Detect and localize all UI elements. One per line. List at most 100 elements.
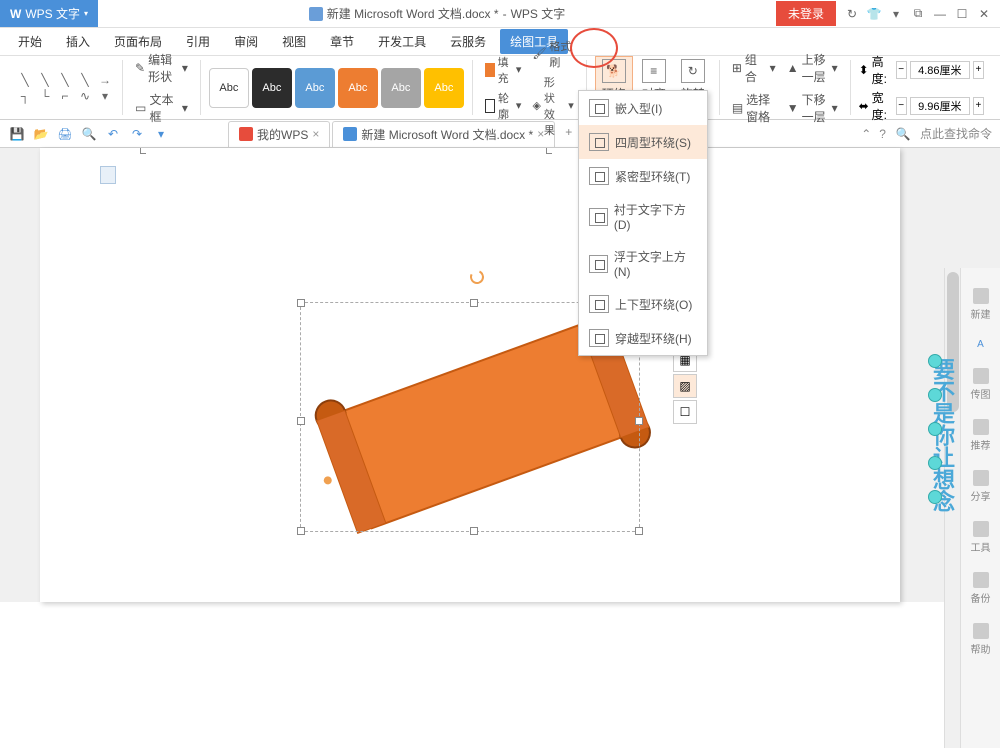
width-icon: ⬌	[859, 99, 869, 113]
arrange-group: ⊞组合 ▾ ▤选择窗格 ▲上移一层 ▾ ▼下移一层 ▾	[720, 60, 851, 115]
line-shape2[interactable]: ╲	[36, 73, 54, 87]
connector3[interactable]: ⌐	[56, 89, 74, 103]
collapse-ribbon-icon[interactable]: ⌃	[861, 127, 871, 141]
image-icon	[973, 368, 989, 384]
menu-start[interactable]: 开始	[8, 29, 52, 54]
star-icon	[973, 419, 989, 435]
help-icon[interactable]: ?	[879, 127, 886, 141]
fill-button[interactable]: 填充 ▾	[481, 53, 526, 87]
text-box-button[interactable]: ▭ 文本框 ▾	[131, 89, 192, 127]
search-prompt[interactable]: 点此查找命令	[920, 125, 992, 142]
document-icon	[309, 7, 323, 21]
connector4[interactable]: ∿	[76, 89, 94, 103]
menu-dev-tools[interactable]: 开发工具	[368, 29, 436, 54]
maximize-icon[interactable]: ☐	[952, 4, 972, 24]
dropdown-icon[interactable]: ▾	[886, 4, 906, 24]
restore-icon[interactable]: ⧉	[908, 4, 928, 24]
app-menu[interactable]: WWPS 文字▾	[0, 0, 98, 27]
minimize-icon[interactable]: —	[930, 4, 950, 24]
menu-review[interactable]: 审阅	[224, 29, 268, 54]
sidebar-tools[interactable]: 工具	[971, 521, 991, 554]
format-painter-button[interactable]: 🖌格式刷	[528, 37, 577, 71]
sidebar-recommend[interactable]: 推荐	[971, 419, 991, 452]
more-shapes[interactable]: ▾	[96, 89, 114, 103]
tab-document[interactable]: 新建 Microsoft Word 文档.docx * ×	[332, 121, 555, 147]
login-status[interactable]: 未登录	[776, 1, 836, 26]
arrow-shape[interactable]: →	[96, 73, 114, 87]
document-area: ▦ ▨ ☐ 新建 A 传图 推荐 分享 工具 备份 帮助 要不是你让想念	[0, 148, 1000, 602]
tab-my-wps[interactable]: 我的WPS ×	[228, 121, 330, 147]
tab-close[interactable]: ×	[312, 127, 319, 141]
wrap-option-topbottom[interactable]: 上下型环绕(O)	[579, 287, 707, 321]
width-minus[interactable]: −	[896, 97, 907, 115]
bring-forward-button[interactable]: ▲上移一层 ▾	[783, 49, 842, 87]
float-fill-btn[interactable]: ▨	[673, 374, 697, 398]
connector2[interactable]: └	[36, 89, 54, 103]
redo-icon[interactable]: ↷	[128, 125, 146, 143]
page-indent-marker[interactable]	[100, 166, 116, 184]
wrap-option-square[interactable]: 四周型环绕(S)	[579, 125, 707, 159]
shape-effects-button[interactable]: ◈形状效果 ▾	[528, 73, 577, 139]
wrap-option-front[interactable]: 浮于文字上方(N)	[579, 240, 707, 287]
floating-toolbar: ▦ ▨ ☐	[673, 348, 697, 424]
backup-icon	[973, 572, 989, 588]
sidebar-format[interactable]: A	[977, 339, 984, 350]
wrap-option-through[interactable]: 穿越型环绕(H)	[579, 321, 707, 355]
menu-cloud[interactable]: 云服务	[440, 29, 496, 54]
height-input[interactable]	[910, 61, 970, 79]
style-white[interactable]: Abc	[209, 68, 249, 108]
send-backward-button[interactable]: ▼下移一层 ▾	[783, 89, 842, 127]
group-button[interactable]: ⊞组合 ▾	[728, 49, 780, 87]
outline-button[interactable]: 轮廓 ▾	[481, 89, 526, 123]
share-icon	[973, 470, 989, 486]
preview-icon[interactable]: 🔍	[80, 125, 98, 143]
dimensions-group: ⬍ 高度: − + ⬌ 宽度: − +	[851, 60, 992, 115]
undo-icon[interactable]: ↶	[104, 125, 122, 143]
line-shape3[interactable]: ╲	[56, 73, 74, 87]
connector1[interactable]: ┐	[16, 89, 34, 103]
document-page[interactable]: ▦ ▨ ☐	[40, 148, 900, 602]
sidebar-help[interactable]: 帮助	[971, 623, 991, 656]
select-pane-icon: ▤	[732, 101, 743, 115]
sidebar-new[interactable]: 新建	[971, 288, 991, 321]
sidebar-image[interactable]: 传图	[971, 368, 991, 401]
style-black[interactable]: Abc	[252, 68, 292, 108]
line-shape[interactable]: ╲	[16, 73, 34, 87]
text-box-icon: ▭	[135, 101, 146, 115]
wrap-front-icon	[589, 255, 608, 273]
print-icon[interactable]: 🖨	[56, 125, 74, 143]
outline-swatch-icon	[485, 99, 495, 113]
close-icon[interactable]: ✕	[974, 4, 994, 24]
shape-tools-group: ╲ ╲ ╲ ╲ → ┐ └ ⌐ ∿ ▾	[8, 60, 123, 115]
width-plus[interactable]: +	[973, 97, 984, 115]
height-minus[interactable]: −	[896, 61, 907, 79]
height-plus[interactable]: +	[973, 61, 984, 79]
menu-insert[interactable]: 插入	[56, 29, 100, 54]
menu-chapter[interactable]: 章节	[320, 29, 364, 54]
wrap-through-icon	[589, 329, 609, 347]
select-pane-button[interactable]: ▤选择窗格	[728, 89, 780, 127]
float-outline-btn[interactable]: ☐	[673, 400, 697, 424]
wrap-option-inline[interactable]: 嵌入型(I)	[579, 91, 707, 125]
save-icon[interactable]: 💾	[8, 125, 26, 143]
wrap-option-tight[interactable]: 紧密型环绕(T)	[579, 159, 707, 193]
style-gray[interactable]: Abc	[381, 68, 421, 108]
menu-view[interactable]: 视图	[272, 29, 316, 54]
forward-icon: ▲	[787, 61, 799, 75]
style-orange[interactable]: Abc	[338, 68, 378, 108]
search-icon[interactable]: 🔍	[894, 125, 912, 143]
shirt-icon[interactable]: 👕	[864, 4, 884, 24]
open-icon[interactable]: 📂	[32, 125, 50, 143]
style-gold[interactable]: Abc	[424, 68, 464, 108]
refresh-icon[interactable]: ↻	[842, 4, 862, 24]
width-input[interactable]	[910, 97, 970, 115]
sidebar-backup[interactable]: 备份	[971, 572, 991, 605]
right-sidebar: 新建 A 传图 推荐 分享 工具 备份 帮助	[960, 268, 1000, 748]
line-shape4[interactable]: ╲	[76, 73, 94, 87]
sidebar-share[interactable]: 分享	[971, 470, 991, 503]
qat-dropdown[interactable]: ▾	[152, 125, 170, 143]
wrap-option-behind[interactable]: 衬于文字下方(D)	[579, 193, 707, 240]
style-blue[interactable]: Abc	[295, 68, 335, 108]
group-icon: ⊞	[732, 61, 742, 75]
edit-shape-button[interactable]: ✎ 编辑形状 ▾	[131, 49, 192, 87]
